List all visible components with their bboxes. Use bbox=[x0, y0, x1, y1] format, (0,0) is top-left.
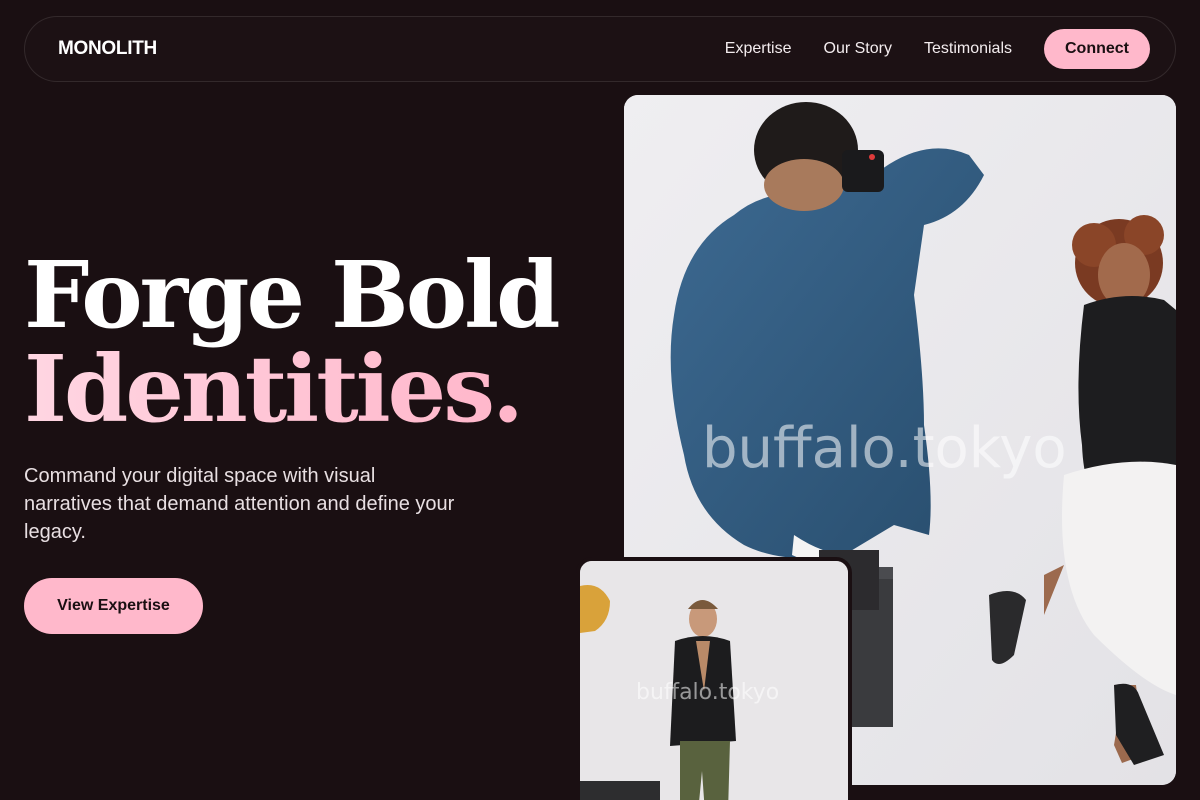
hero-lead-text: Command your digital space with visual n… bbox=[24, 465, 455, 543]
nav-link-our-story[interactable]: Our Story bbox=[824, 40, 892, 58]
nav-link-expertise[interactable]: Expertise bbox=[725, 40, 792, 58]
landing-page: MONOLITH Expertise Our Story Testimonial… bbox=[0, 0, 1200, 800]
brand-logo[interactable]: MONOLITH bbox=[58, 38, 157, 60]
hero-headline: Forge Bold Identities. bbox=[24, 241, 560, 436]
headline-line-2: Identities. bbox=[24, 342, 557, 436]
view-expertise-button[interactable]: View Expertise bbox=[24, 578, 203, 634]
small-photo-watermark: buffalo.tokyo bbox=[636, 680, 779, 705]
nav-links: Expertise Our Story Testimonials Connect bbox=[693, 29, 1150, 69]
top-navbar: MONOLITH Expertise Our Story Testimonial… bbox=[24, 16, 1176, 82]
model-photo-image: buffalo.tokyo bbox=[580, 561, 848, 800]
connect-button[interactable]: Connect bbox=[1044, 29, 1150, 69]
hero-small-photo: buffalo.tokyo bbox=[576, 557, 852, 800]
main-photo-watermark: buffalo.tokyo bbox=[702, 416, 1067, 481]
headline-line-1: Forge Bold bbox=[24, 241, 560, 349]
nav-link-testimonials[interactable]: Testimonials bbox=[924, 40, 1012, 58]
